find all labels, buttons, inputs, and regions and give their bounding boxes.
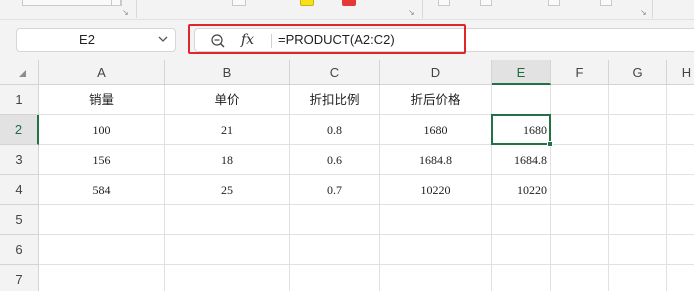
cell-h4[interactable] xyxy=(667,175,694,205)
cell-g5[interactable] xyxy=(609,205,667,235)
cell-f5[interactable] xyxy=(551,205,609,235)
ribbon-control[interactable] xyxy=(232,0,246,6)
column-header-f[interactable]: F xyxy=(551,60,609,85)
column-header-g[interactable]: G xyxy=(609,60,667,85)
cell-d6[interactable] xyxy=(380,235,492,265)
column-header-d[interactable]: D xyxy=(380,60,492,85)
cell-d3[interactable]: 1684.8 xyxy=(380,145,492,175)
cell-b6[interactable] xyxy=(165,235,290,265)
cell-c4[interactable]: 0.7 xyxy=(290,175,380,205)
cell-a3[interactable]: 156 xyxy=(39,145,165,175)
dialog-launcher-icon[interactable]: ↘ xyxy=(640,9,647,17)
ribbon-separator xyxy=(652,0,653,18)
cell-a4[interactable]: 584 xyxy=(39,175,165,205)
cell-a1[interactable]: 销量 xyxy=(39,85,165,115)
dialog-launcher-icon[interactable]: ↘ xyxy=(408,9,415,17)
name-box-value[interactable]: E2 xyxy=(17,29,157,51)
cell-d7[interactable] xyxy=(380,265,492,291)
cell-c5[interactable] xyxy=(290,205,380,235)
cell-h5[interactable] xyxy=(667,205,694,235)
cell-g3[interactable] xyxy=(609,145,667,175)
cell-d4[interactable]: 10220 xyxy=(380,175,492,205)
row-header-6[interactable]: 6 xyxy=(0,235,39,265)
cell-b7[interactable] xyxy=(165,265,290,291)
cell-c3[interactable]: 0.6 xyxy=(290,145,380,175)
select-all-icon xyxy=(19,70,26,77)
cell-a7[interactable] xyxy=(39,265,165,291)
cell-b5[interactable] xyxy=(165,205,290,235)
cell-g7[interactable] xyxy=(609,265,667,291)
ribbon-group xyxy=(22,0,122,6)
cell-h1[interactable] xyxy=(667,85,694,115)
ribbon-control[interactable] xyxy=(548,0,560,6)
ribbon-separator xyxy=(422,0,423,18)
row-header-4[interactable]: 4 xyxy=(0,175,39,205)
cell-e5[interactable] xyxy=(492,205,551,235)
ribbon-control[interactable] xyxy=(111,0,121,6)
ribbon-separator xyxy=(136,0,137,18)
select-all-button[interactable] xyxy=(0,60,39,85)
dialog-launcher-icon[interactable]: ↘ xyxy=(122,9,129,17)
ribbon-control[interactable] xyxy=(600,0,612,6)
cell-f4[interactable] xyxy=(551,175,609,205)
cell-g1[interactable] xyxy=(609,85,667,115)
cell-e2[interactable]: 1680 xyxy=(492,115,551,145)
cell-a2[interactable]: 100 xyxy=(39,115,165,145)
cell-h7[interactable] xyxy=(667,265,694,291)
column-header-a[interactable]: A xyxy=(39,60,165,85)
cell-d5[interactable] xyxy=(380,205,492,235)
spreadsheet-grid[interactable]: A B C D E F G H 1 2 3 4 5 6 7 销量 单价 折扣比例 折后价格 100 21 0.8 1680 1… xyxy=(0,60,694,291)
cell-f7[interactable] xyxy=(551,265,609,291)
row-header-7[interactable]: 7 xyxy=(0,265,39,291)
cell-h2[interactable] xyxy=(667,115,694,145)
column-header-h[interactable]: H xyxy=(667,60,694,85)
cell-b2[interactable]: 21 xyxy=(165,115,290,145)
fill-handle[interactable] xyxy=(547,141,553,147)
cell-f1[interactable] xyxy=(551,85,609,115)
cell-h6[interactable] xyxy=(667,235,694,265)
cell-b3[interactable]: 18 xyxy=(165,145,290,175)
cell-b1[interactable]: 单价 xyxy=(165,85,290,115)
cell-e3[interactable]: 1684.8 xyxy=(492,145,551,175)
cell-e1[interactable] xyxy=(492,85,551,115)
ribbon-strip: ↘ ↘ ↘ xyxy=(0,0,694,20)
row-header-2[interactable]: 2 xyxy=(0,115,39,145)
cell-c1[interactable]: 折扣比例 xyxy=(290,85,380,115)
cell-c2[interactable]: 0.8 xyxy=(290,115,380,145)
column-header-e[interactable]: E xyxy=(492,60,551,85)
row-header-5[interactable]: 5 xyxy=(0,205,39,235)
ribbon-control[interactable] xyxy=(438,0,450,6)
cell-d2[interactable]: 1680 xyxy=(380,115,492,145)
cell-c6[interactable] xyxy=(290,235,380,265)
highlight-color-icon[interactable] xyxy=(300,0,314,6)
formula-row: E2 fx =PRODUCT(A2:C2) xyxy=(0,20,694,60)
row-header-3[interactable]: 3 xyxy=(0,145,39,175)
cell-f6[interactable] xyxy=(551,235,609,265)
cell-a5[interactable] xyxy=(39,205,165,235)
cell-a6[interactable] xyxy=(39,235,165,265)
ribbon-control[interactable] xyxy=(480,0,492,6)
cell-f2[interactable] xyxy=(551,115,609,145)
chevron-down-icon[interactable] xyxy=(157,33,169,45)
font-color-icon[interactable] xyxy=(342,0,356,6)
cell-h3[interactable] xyxy=(667,145,694,175)
cell-g2[interactable] xyxy=(609,115,667,145)
formula-highlight-box xyxy=(188,24,466,54)
name-box[interactable]: E2 xyxy=(16,28,176,52)
cell-e6[interactable] xyxy=(492,235,551,265)
cell-e7[interactable] xyxy=(492,265,551,291)
cell-g4[interactable] xyxy=(609,175,667,205)
cell-b4[interactable]: 25 xyxy=(165,175,290,205)
cell-c7[interactable] xyxy=(290,265,380,291)
cell-f3[interactable] xyxy=(551,145,609,175)
cell-g6[interactable] xyxy=(609,235,667,265)
cell-e4[interactable]: 10220 xyxy=(492,175,551,205)
cell-d1[interactable]: 折后价格 xyxy=(380,85,492,115)
row-header-1[interactable]: 1 xyxy=(0,85,39,115)
column-header-c[interactable]: C xyxy=(290,60,380,85)
column-header-b[interactable]: B xyxy=(165,60,290,85)
